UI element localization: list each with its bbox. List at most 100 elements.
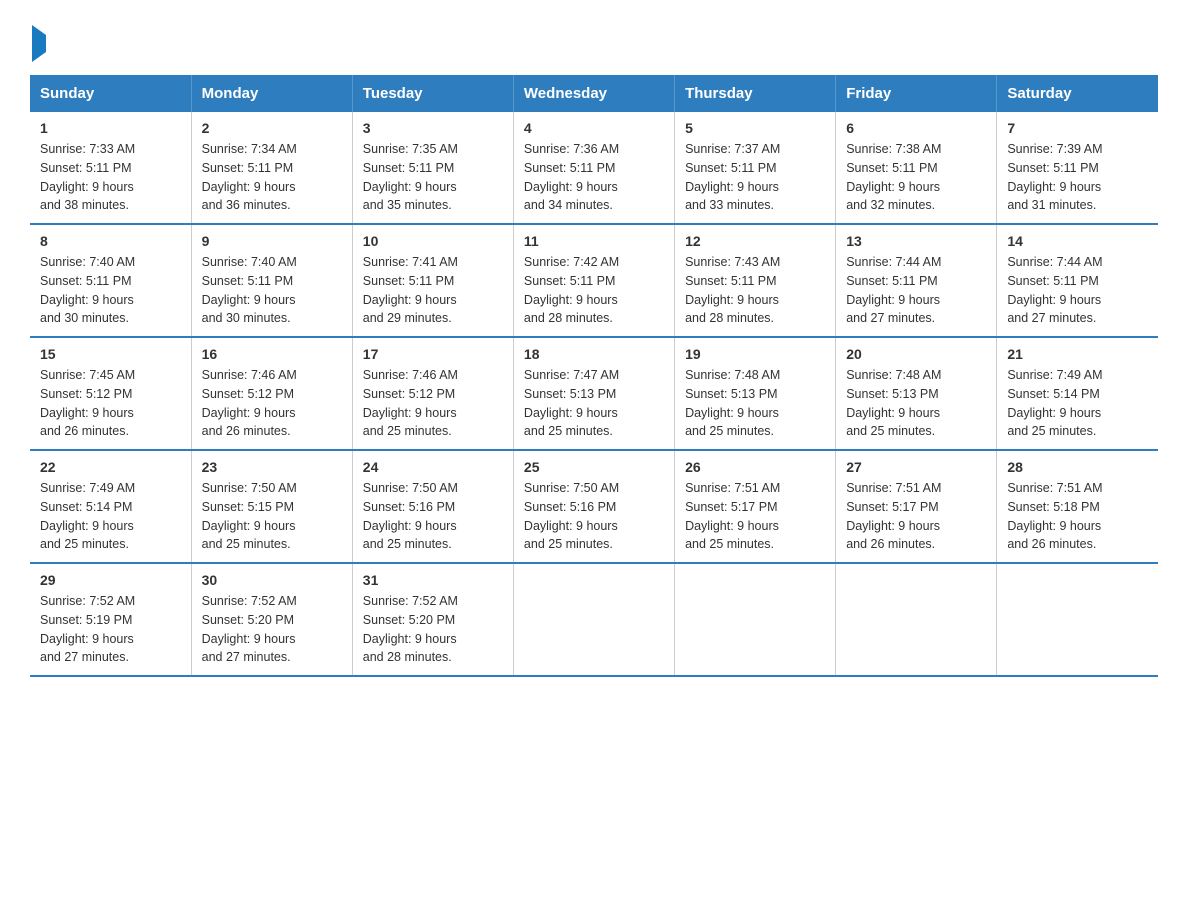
day-number: 30 bbox=[202, 572, 342, 588]
day-info: Sunrise: 7:52 AMSunset: 5:20 PMDaylight:… bbox=[363, 594, 458, 664]
day-number: 17 bbox=[363, 346, 503, 362]
day-number: 24 bbox=[363, 459, 503, 475]
day-number: 1 bbox=[40, 120, 181, 136]
day-number: 29 bbox=[40, 572, 181, 588]
day-number: 31 bbox=[363, 572, 503, 588]
calendar-cell: 4 Sunrise: 7:36 AMSunset: 5:11 PMDayligh… bbox=[513, 112, 674, 224]
calendar-cell: 26 Sunrise: 7:51 AMSunset: 5:17 PMDaylig… bbox=[675, 450, 836, 563]
day-number: 19 bbox=[685, 346, 825, 362]
day-info: Sunrise: 7:52 AMSunset: 5:19 PMDaylight:… bbox=[40, 594, 135, 664]
day-info: Sunrise: 7:35 AMSunset: 5:11 PMDaylight:… bbox=[363, 142, 458, 212]
calendar-cell: 25 Sunrise: 7:50 AMSunset: 5:16 PMDaylig… bbox=[513, 450, 674, 563]
weekday-header-thursday: Thursday bbox=[675, 75, 836, 112]
calendar-cell bbox=[836, 563, 997, 676]
day-info: Sunrise: 7:50 AMSunset: 5:16 PMDaylight:… bbox=[524, 481, 619, 551]
calendar-cell: 28 Sunrise: 7:51 AMSunset: 5:18 PMDaylig… bbox=[997, 450, 1158, 563]
calendar-cell: 27 Sunrise: 7:51 AMSunset: 5:17 PMDaylig… bbox=[836, 450, 997, 563]
calendar-cell: 2 Sunrise: 7:34 AMSunset: 5:11 PMDayligh… bbox=[191, 112, 352, 224]
day-info: Sunrise: 7:40 AMSunset: 5:11 PMDaylight:… bbox=[202, 255, 297, 325]
day-number: 7 bbox=[1007, 120, 1148, 136]
day-info: Sunrise: 7:50 AMSunset: 5:16 PMDaylight:… bbox=[363, 481, 458, 551]
day-number: 9 bbox=[202, 233, 342, 249]
day-number: 4 bbox=[524, 120, 664, 136]
page-header bbox=[30, 24, 1158, 55]
calendar-week-row: 1 Sunrise: 7:33 AMSunset: 5:11 PMDayligh… bbox=[30, 112, 1158, 224]
day-info: Sunrise: 7:42 AMSunset: 5:11 PMDaylight:… bbox=[524, 255, 619, 325]
day-info: Sunrise: 7:38 AMSunset: 5:11 PMDaylight:… bbox=[846, 142, 941, 212]
day-number: 18 bbox=[524, 346, 664, 362]
weekday-header-tuesday: Tuesday bbox=[352, 75, 513, 112]
calendar-cell: 13 Sunrise: 7:44 AMSunset: 5:11 PMDaylig… bbox=[836, 224, 997, 337]
weekday-header-sunday: Sunday bbox=[30, 75, 191, 112]
calendar-cell: 16 Sunrise: 7:46 AMSunset: 5:12 PMDaylig… bbox=[191, 337, 352, 450]
logo-arrow-icon bbox=[32, 25, 46, 62]
day-number: 11 bbox=[524, 233, 664, 249]
day-info: Sunrise: 7:37 AMSunset: 5:11 PMDaylight:… bbox=[685, 142, 780, 212]
day-number: 8 bbox=[40, 233, 181, 249]
day-info: Sunrise: 7:40 AMSunset: 5:11 PMDaylight:… bbox=[40, 255, 135, 325]
day-number: 23 bbox=[202, 459, 342, 475]
day-number: 22 bbox=[40, 459, 181, 475]
day-number: 6 bbox=[846, 120, 986, 136]
day-number: 21 bbox=[1007, 346, 1148, 362]
calendar-cell: 18 Sunrise: 7:47 AMSunset: 5:13 PMDaylig… bbox=[513, 337, 674, 450]
calendar-cell: 30 Sunrise: 7:52 AMSunset: 5:20 PMDaylig… bbox=[191, 563, 352, 676]
calendar-cell: 12 Sunrise: 7:43 AMSunset: 5:11 PMDaylig… bbox=[675, 224, 836, 337]
day-number: 27 bbox=[846, 459, 986, 475]
calendar-header-row: SundayMondayTuesdayWednesdayThursdayFrid… bbox=[30, 75, 1158, 112]
day-info: Sunrise: 7:48 AMSunset: 5:13 PMDaylight:… bbox=[685, 368, 780, 438]
calendar-cell bbox=[675, 563, 836, 676]
day-info: Sunrise: 7:47 AMSunset: 5:13 PMDaylight:… bbox=[524, 368, 619, 438]
day-info: Sunrise: 7:44 AMSunset: 5:11 PMDaylight:… bbox=[1007, 255, 1102, 325]
day-number: 2 bbox=[202, 120, 342, 136]
day-info: Sunrise: 7:49 AMSunset: 5:14 PMDaylight:… bbox=[40, 481, 135, 551]
logo bbox=[30, 24, 46, 55]
day-number: 3 bbox=[363, 120, 503, 136]
calendar-cell: 8 Sunrise: 7:40 AMSunset: 5:11 PMDayligh… bbox=[30, 224, 191, 337]
day-info: Sunrise: 7:50 AMSunset: 5:15 PMDaylight:… bbox=[202, 481, 297, 551]
day-info: Sunrise: 7:45 AMSunset: 5:12 PMDaylight:… bbox=[40, 368, 135, 438]
day-number: 16 bbox=[202, 346, 342, 362]
calendar-cell: 17 Sunrise: 7:46 AMSunset: 5:12 PMDaylig… bbox=[352, 337, 513, 450]
day-info: Sunrise: 7:46 AMSunset: 5:12 PMDaylight:… bbox=[363, 368, 458, 438]
calendar-cell: 9 Sunrise: 7:40 AMSunset: 5:11 PMDayligh… bbox=[191, 224, 352, 337]
calendar-week-row: 29 Sunrise: 7:52 AMSunset: 5:19 PMDaylig… bbox=[30, 563, 1158, 676]
day-info: Sunrise: 7:41 AMSunset: 5:11 PMDaylight:… bbox=[363, 255, 458, 325]
day-info: Sunrise: 7:51 AMSunset: 5:17 PMDaylight:… bbox=[846, 481, 941, 551]
day-number: 10 bbox=[363, 233, 503, 249]
calendar-week-row: 22 Sunrise: 7:49 AMSunset: 5:14 PMDaylig… bbox=[30, 450, 1158, 563]
calendar-cell: 19 Sunrise: 7:48 AMSunset: 5:13 PMDaylig… bbox=[675, 337, 836, 450]
day-number: 14 bbox=[1007, 233, 1148, 249]
weekday-header-monday: Monday bbox=[191, 75, 352, 112]
day-info: Sunrise: 7:48 AMSunset: 5:13 PMDaylight:… bbox=[846, 368, 941, 438]
day-number: 28 bbox=[1007, 459, 1148, 475]
calendar-cell: 11 Sunrise: 7:42 AMSunset: 5:11 PMDaylig… bbox=[513, 224, 674, 337]
weekday-header-wednesday: Wednesday bbox=[513, 75, 674, 112]
calendar-cell: 7 Sunrise: 7:39 AMSunset: 5:11 PMDayligh… bbox=[997, 112, 1158, 224]
day-info: Sunrise: 7:51 AMSunset: 5:18 PMDaylight:… bbox=[1007, 481, 1102, 551]
calendar-week-row: 8 Sunrise: 7:40 AMSunset: 5:11 PMDayligh… bbox=[30, 224, 1158, 337]
day-number: 25 bbox=[524, 459, 664, 475]
day-info: Sunrise: 7:33 AMSunset: 5:11 PMDaylight:… bbox=[40, 142, 135, 212]
calendar-cell: 14 Sunrise: 7:44 AMSunset: 5:11 PMDaylig… bbox=[997, 224, 1158, 337]
calendar-cell: 20 Sunrise: 7:48 AMSunset: 5:13 PMDaylig… bbox=[836, 337, 997, 450]
day-number: 13 bbox=[846, 233, 986, 249]
day-info: Sunrise: 7:36 AMSunset: 5:11 PMDaylight:… bbox=[524, 142, 619, 212]
day-number: 15 bbox=[40, 346, 181, 362]
calendar-cell: 5 Sunrise: 7:37 AMSunset: 5:11 PMDayligh… bbox=[675, 112, 836, 224]
calendar-cell: 6 Sunrise: 7:38 AMSunset: 5:11 PMDayligh… bbox=[836, 112, 997, 224]
day-info: Sunrise: 7:49 AMSunset: 5:14 PMDaylight:… bbox=[1007, 368, 1102, 438]
calendar-cell: 3 Sunrise: 7:35 AMSunset: 5:11 PMDayligh… bbox=[352, 112, 513, 224]
calendar-cell: 10 Sunrise: 7:41 AMSunset: 5:11 PMDaylig… bbox=[352, 224, 513, 337]
day-info: Sunrise: 7:46 AMSunset: 5:12 PMDaylight:… bbox=[202, 368, 297, 438]
calendar-table: SundayMondayTuesdayWednesdayThursdayFrid… bbox=[30, 75, 1158, 677]
day-info: Sunrise: 7:39 AMSunset: 5:11 PMDaylight:… bbox=[1007, 142, 1102, 212]
calendar-cell: 15 Sunrise: 7:45 AMSunset: 5:12 PMDaylig… bbox=[30, 337, 191, 450]
calendar-cell: 22 Sunrise: 7:49 AMSunset: 5:14 PMDaylig… bbox=[30, 450, 191, 563]
calendar-cell: 23 Sunrise: 7:50 AMSunset: 5:15 PMDaylig… bbox=[191, 450, 352, 563]
calendar-cell: 29 Sunrise: 7:52 AMSunset: 5:19 PMDaylig… bbox=[30, 563, 191, 676]
calendar-cell bbox=[513, 563, 674, 676]
day-info: Sunrise: 7:34 AMSunset: 5:11 PMDaylight:… bbox=[202, 142, 297, 212]
day-info: Sunrise: 7:43 AMSunset: 5:11 PMDaylight:… bbox=[685, 255, 780, 325]
day-number: 5 bbox=[685, 120, 825, 136]
